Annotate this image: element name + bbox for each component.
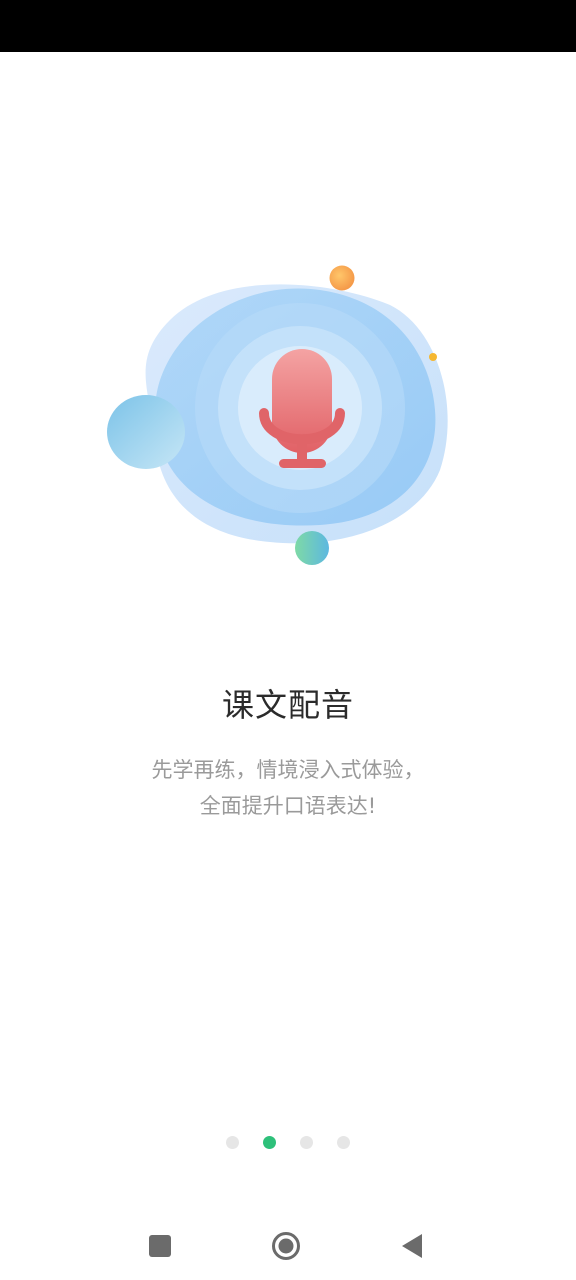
voice-illustration <box>107 265 448 565</box>
triangle-back-icon <box>402 1234 422 1258</box>
left-ball <box>107 395 185 469</box>
status-bar <box>0 0 576 52</box>
page-dot-4[interactable] <box>337 1136 350 1149</box>
system-navigation-bar <box>0 1210 576 1280</box>
home-button[interactable] <box>266 1226 306 1266</box>
page-dot-2-active[interactable] <box>263 1136 276 1149</box>
recent-apps-button[interactable] <box>140 1226 180 1266</box>
green-ball <box>295 531 329 565</box>
page-title: 课文配音 <box>221 686 354 724</box>
page-dot-1[interactable] <box>226 1136 239 1149</box>
yellow-dot <box>429 353 437 361</box>
onboarding-screen: 课文配音 先学再练，情境浸入式体验， 全面提升口语表达! <box>0 0 576 1280</box>
page-dot-3[interactable] <box>300 1136 313 1149</box>
circle-home-icon <box>272 1232 300 1260</box>
page-indicator <box>0 1136 576 1150</box>
subtitle-line-1: 先学再练，情境浸入式体验， <box>151 758 425 782</box>
subtitle-line-2: 全面提升口语表达! <box>199 794 377 818</box>
page-subtitle: 先学再练，情境浸入式体验， 全面提升口语表达! <box>0 752 576 824</box>
orange-ball <box>329 265 355 291</box>
square-icon <box>149 1235 171 1257</box>
back-button[interactable] <box>392 1226 432 1266</box>
